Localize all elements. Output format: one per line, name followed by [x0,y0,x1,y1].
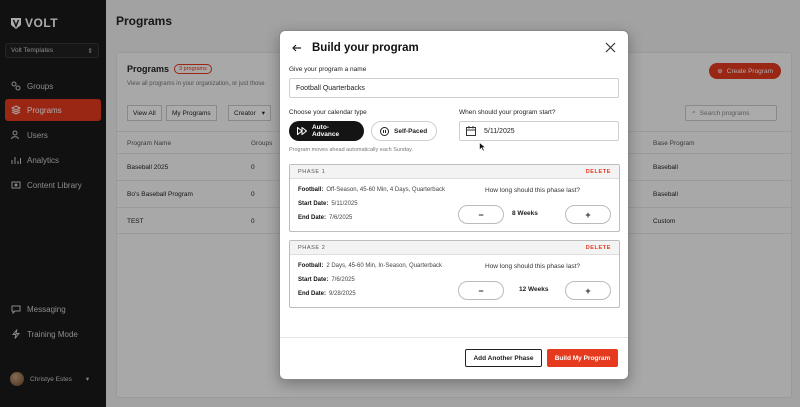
phase-duration: 12 Weeks [519,286,549,293]
phase-start-date: Start Date: 7/6/2025 [298,277,355,283]
pause-circle-icon [380,126,389,136]
build-program-button[interactable]: Build My Program [547,349,618,367]
phase-details-text: Off-Season, 45-60 Min, 4 Days, Quarterba… [326,187,445,193]
start-date-text: 7/6/2025 [331,277,355,283]
phase-end-date: End Date: 7/6/2025 [298,215,352,221]
start-date-label: When should your program start? [459,109,556,116]
delete-phase-button[interactable]: DELETE [586,169,611,175]
decrease-weeks-button[interactable]: − [458,281,504,300]
end-date-key: End Date: [298,215,327,221]
close-button[interactable] [605,42,616,55]
phase-header: PHASE 2 DELETE [290,241,619,255]
calendar-icon [466,126,476,136]
phase-end-date: End Date: 9/28/2025 [298,291,356,297]
phase-sport: Football: [298,263,324,269]
phase-details: Football: Off-Season, 45-60 Min, 4 Days, … [298,187,445,193]
minus-icon: − [478,209,484,220]
end-date-text: 7/6/2025 [329,215,353,221]
phase-card: PHASE 1 DELETE Football: Off-Season, 45-6… [289,164,620,232]
name-label: Give your program a name [289,66,367,73]
back-button[interactable] [291,42,303,56]
plus-icon: + [585,209,591,220]
end-date-text: 9/28/2025 [329,291,356,297]
phase-start-date: Start Date: 5/11/2025 [298,201,358,207]
self-paced-label: Self-Paced [394,127,428,135]
mouse-cursor-icon [479,142,487,152]
start-date-key: Start Date: [298,277,329,283]
delete-phase-button[interactable]: DELETE [586,245,611,251]
close-icon [605,42,616,53]
phase-duration-question: How long should this phase last? [485,263,581,270]
fast-forward-icon [297,127,307,135]
start-date-value: 5/11/2025 [484,127,515,135]
self-paced-toggle[interactable]: Self-Paced [371,121,437,141]
phase-title: PHASE 1 [298,168,326,175]
calendar-type-label: Choose your calendar type [289,109,367,116]
calendar-help-text: Program moves ahead automatically each S… [289,147,414,153]
end-date-key: End Date: [298,291,327,297]
phase-duration: 8 Weeks [512,210,538,217]
phase-header: PHASE 1 DELETE [290,165,619,179]
modal-footer-divider [280,337,628,338]
phase-details: Football: 2 Days, 45-60 Min, In-Season, Q… [298,263,442,269]
phase-card: PHASE 2 DELETE Football: 2 Days, 45-60 Mi… [289,240,620,308]
auto-advance-toggle[interactable]: Auto-Advance [289,121,364,141]
program-name-input[interactable]: Football Quarterbacks [289,78,619,98]
increase-weeks-button[interactable]: + [565,281,611,300]
build-program-modal: Build your program Give your program a n… [279,30,629,380]
plus-icon: + [585,285,591,296]
auto-advance-label: Auto-Advance [311,124,340,138]
phase-details-text: 2 Days, 45-60 Min, In-Season, Quarterbac… [326,263,443,269]
phase-sport: Football: [298,187,324,193]
phase-duration-question: How long should this phase last? [485,187,581,194]
start-date-text: 5/11/2025 [331,201,358,207]
start-date-input[interactable]: 5/11/2025 [459,121,619,141]
start-date-key: Start Date: [298,201,329,207]
increase-weeks-button[interactable]: + [565,205,611,224]
modal-title: Build your program [312,42,419,54]
arrow-left-icon [292,44,301,52]
add-phase-button[interactable]: Add Another Phase [465,349,542,367]
phase-title: PHASE 2 [298,244,326,251]
minus-icon: − [478,285,484,296]
decrease-weeks-button[interactable]: − [458,205,504,224]
